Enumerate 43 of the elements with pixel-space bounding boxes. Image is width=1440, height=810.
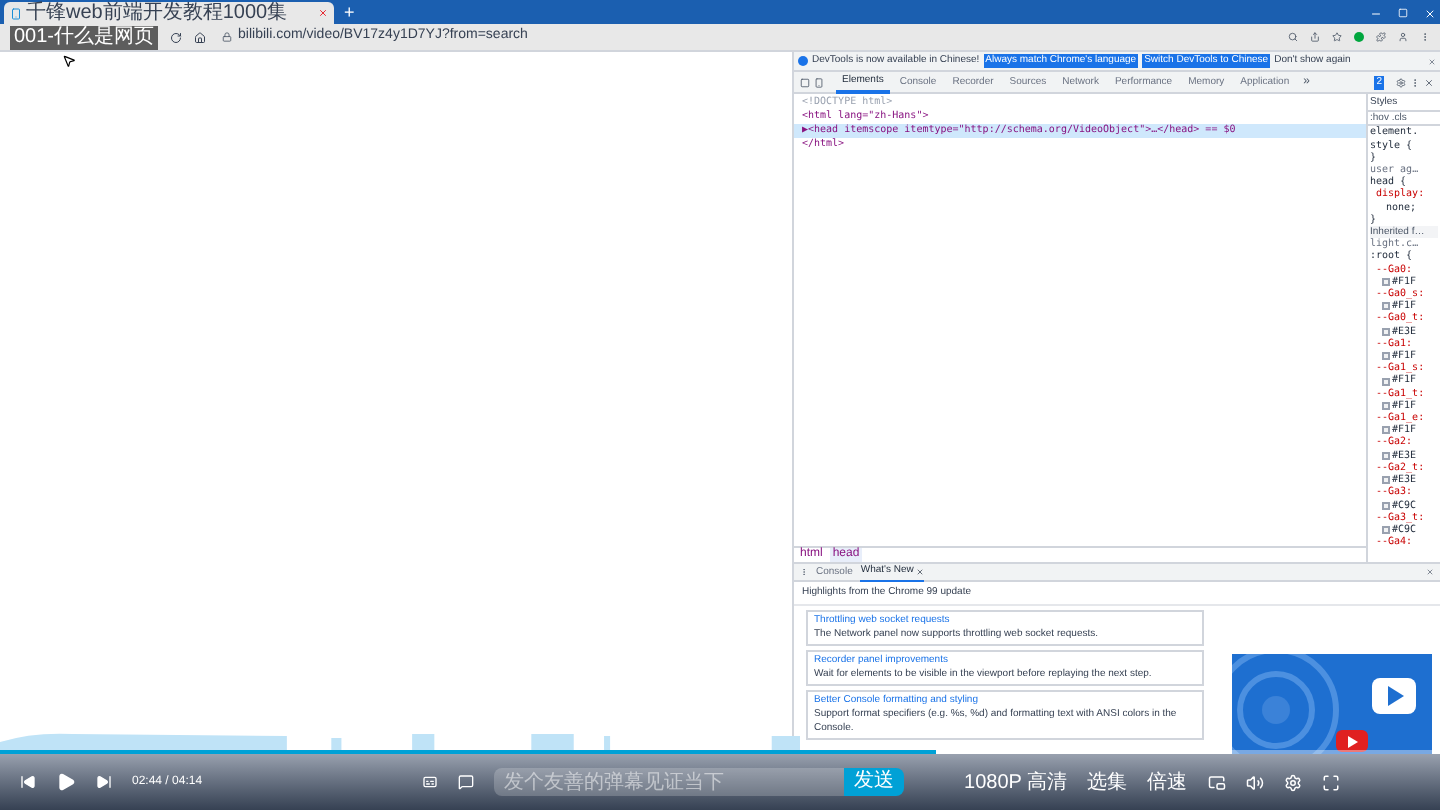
color-swatch-icon[interactable] (1382, 277, 1390, 286)
share-icon[interactable] (1310, 32, 1320, 42)
color-swatch-icon[interactable] (1382, 501, 1390, 510)
quality-button[interactable]: 1080P 高清 (964, 767, 1068, 797)
danmaku-field[interactable]: 发个友善的弹幕见证当下 (494, 768, 845, 796)
pip-icon[interactable] (1207, 773, 1226, 791)
puzzle-icon[interactable] (1376, 32, 1386, 42)
color-swatch-icon[interactable] (1382, 327, 1390, 336)
episodes-button[interactable]: 选集 (1087, 767, 1128, 797)
speed-button[interactable]: 倍速 (1147, 767, 1188, 797)
new-tab-button[interactable]: + (344, 2, 355, 22)
color-swatch-icon[interactable] (1382, 426, 1390, 435)
danmaku-icon[interactable] (422, 774, 439, 790)
color-swatch-icon[interactable] (1382, 451, 1390, 460)
device-icon[interactable] (814, 77, 824, 87)
danmaku-settings-icon[interactable] (458, 774, 475, 790)
previous-icon[interactable] (20, 774, 36, 790)
star-icon[interactable] (1332, 32, 1342, 42)
color-swatch-icon[interactable] (1382, 377, 1390, 386)
color-swatch-icon[interactable] (1382, 302, 1390, 311)
color-swatch-icon[interactable] (1382, 476, 1390, 485)
volume-icon[interactable] (1245, 773, 1264, 791)
extension-icon[interactable] (1354, 32, 1364, 42)
home-icon[interactable] (194, 31, 207, 43)
maximize-icon[interactable] (1398, 8, 1408, 18)
play-icon[interactable] (56, 772, 76, 792)
reload-icon[interactable] (170, 31, 183, 43)
search-icon[interactable] (1288, 32, 1298, 42)
video-title: 001-什么是网页 (10, 25, 159, 49)
lock-icon (222, 32, 233, 42)
cursor-icon (62, 54, 76, 68)
minimize-icon[interactable] (1370, 8, 1382, 20)
settings-icon[interactable] (1396, 77, 1406, 87)
browser-tab[interactable]: 千锋web前端开发教程1000集 (4, 2, 334, 24)
color-swatch-icon[interactable] (1382, 401, 1390, 410)
fullscreen-icon[interactable] (1321, 773, 1340, 791)
color-swatch-icon[interactable] (1382, 352, 1390, 361)
next-icon[interactable] (96, 774, 112, 790)
info-icon (798, 56, 808, 66)
color-swatch-icon[interactable] (1382, 526, 1390, 534)
profile-icon[interactable] (1398, 32, 1408, 42)
inspect-icon[interactable] (800, 77, 810, 87)
tab-title: 千锋web前端开发教程1000集 (26, 3, 288, 23)
